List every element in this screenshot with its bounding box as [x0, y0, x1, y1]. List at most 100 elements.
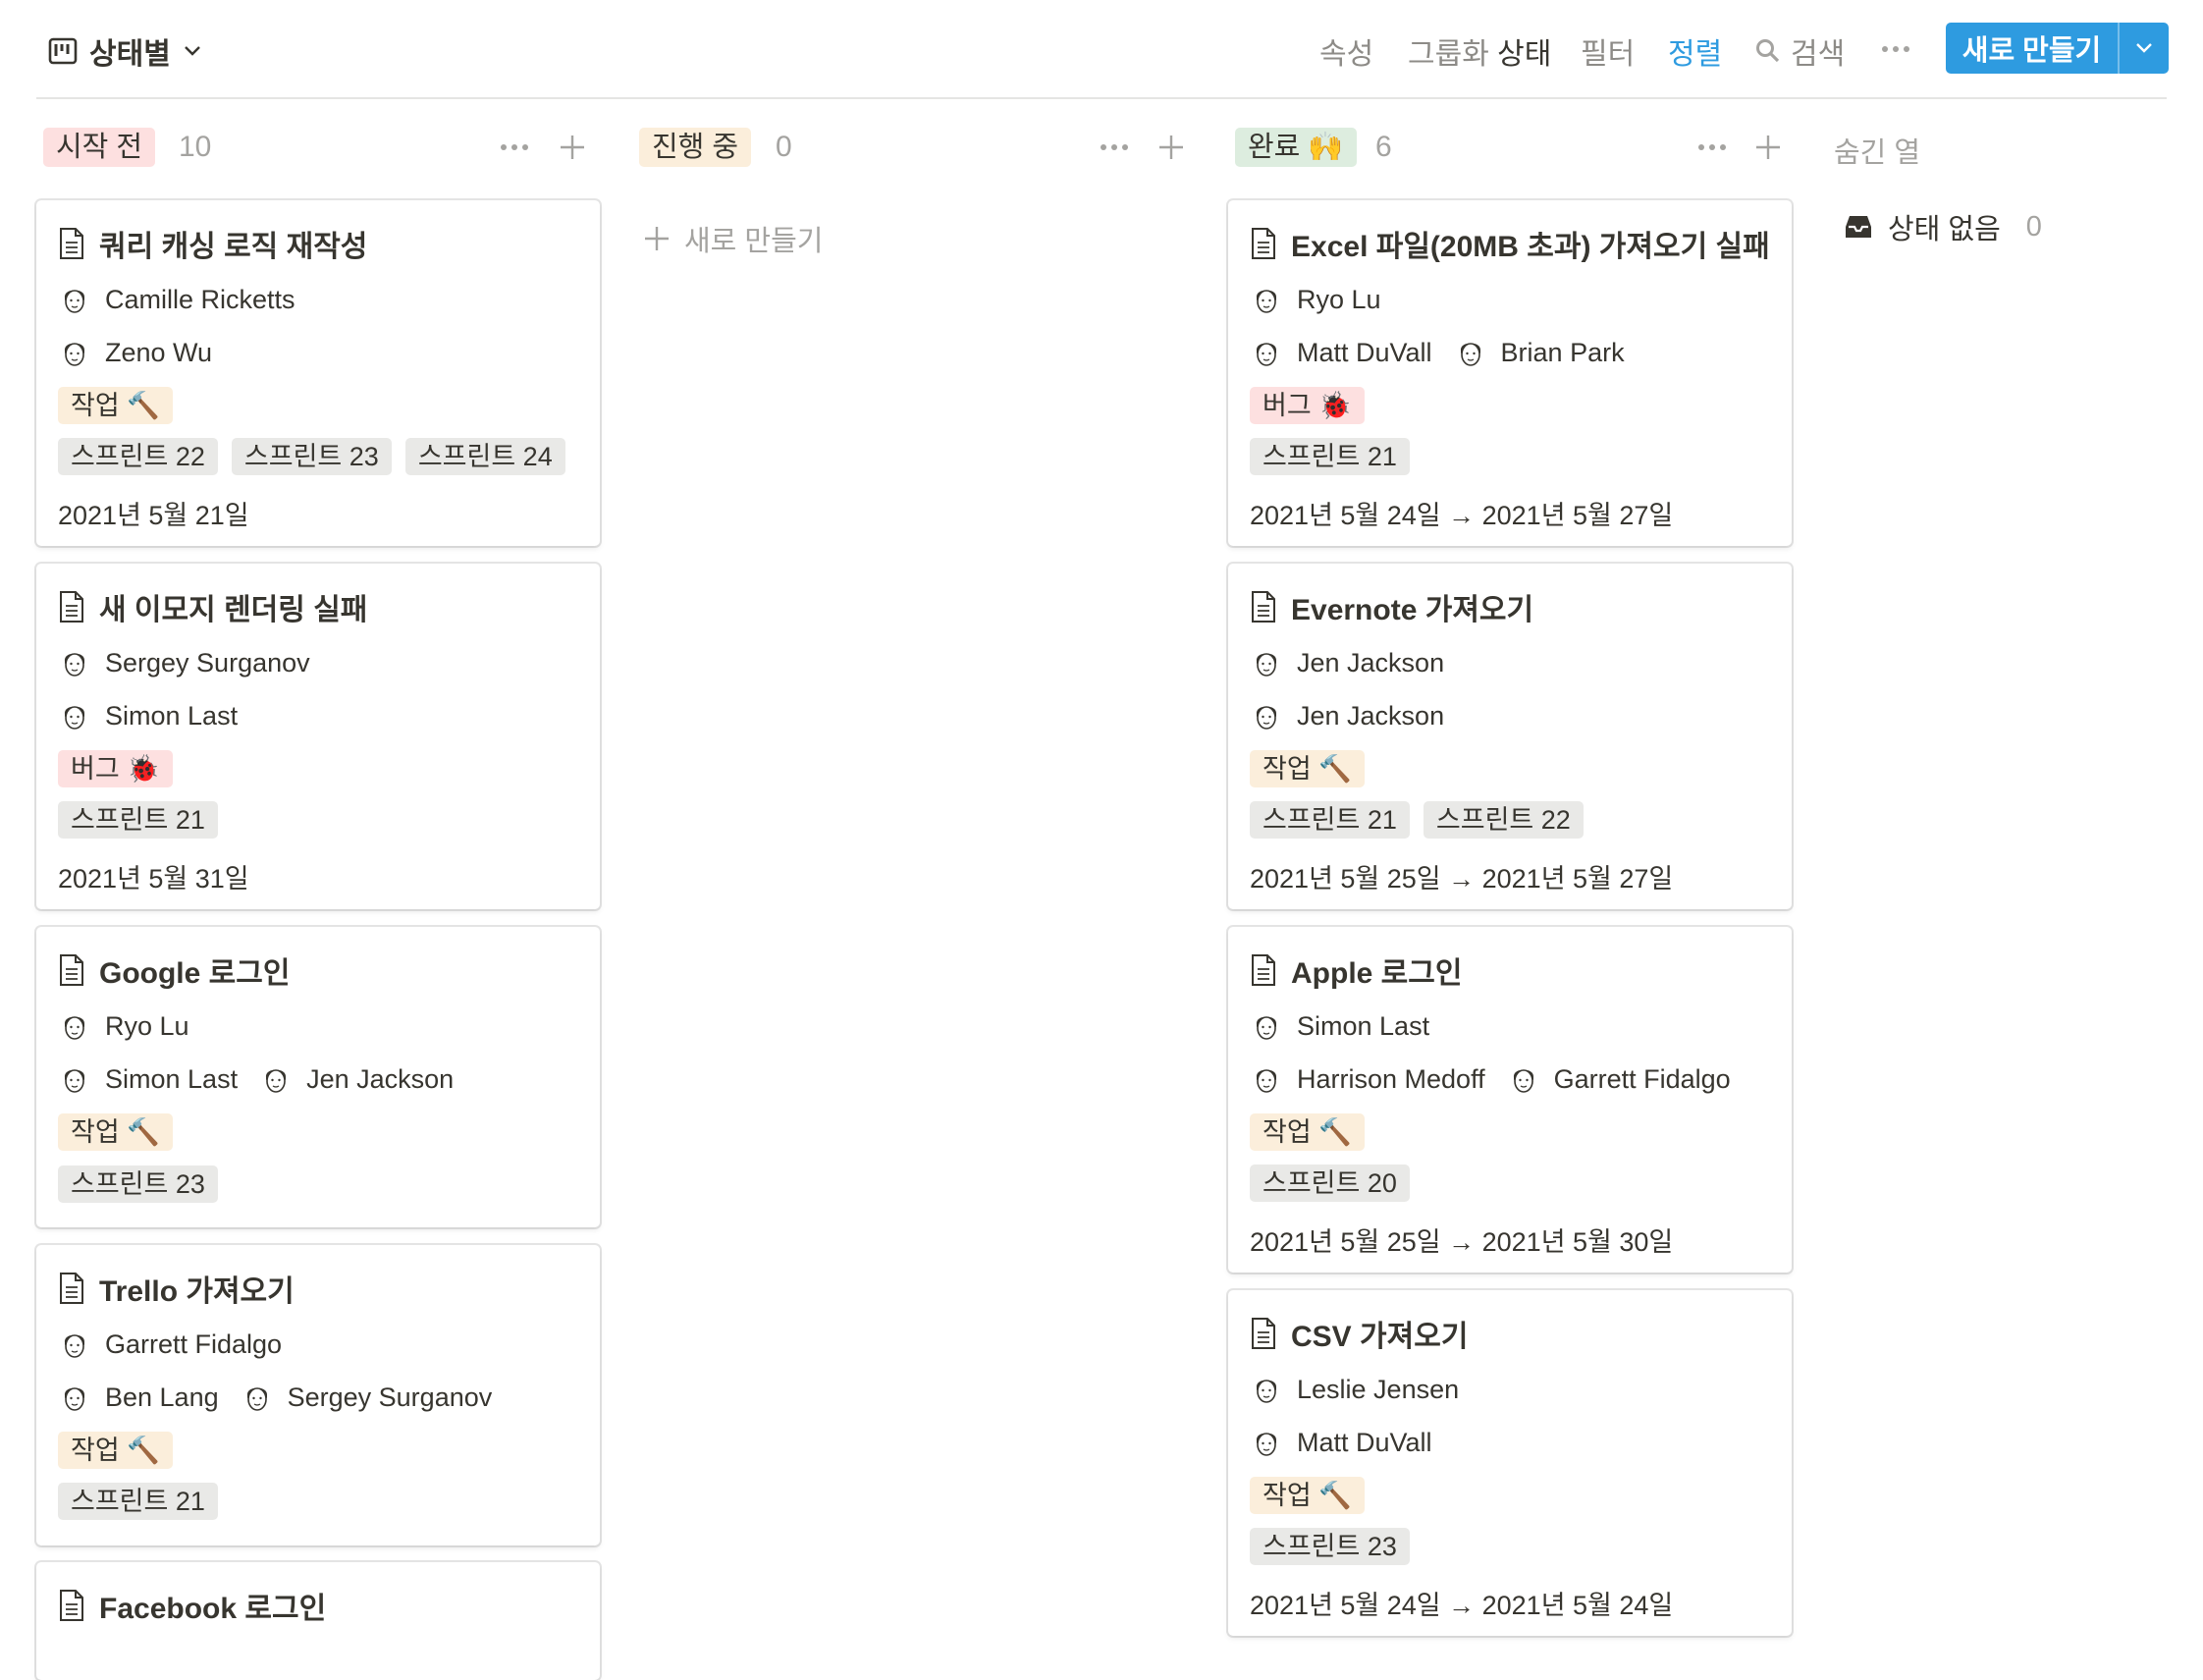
column-more-icon[interactable] [497, 128, 532, 167]
page-icon [1250, 953, 1277, 987]
assignee: Simon Last [1250, 1009, 1429, 1043]
page-icon [58, 1272, 85, 1305]
avatar-icon [1250, 1009, 1283, 1043]
board-card[interactable]: Evernote 가져오기 Jen Jackson Jen Jackson 작업… [1228, 564, 1792, 909]
group-by-label: 그룹화 [1408, 38, 1489, 71]
avatar-icon [1454, 336, 1487, 369]
no-status-label: 상태 없음 [1888, 214, 2001, 245]
assignee-name: Leslie Jensen [1297, 1374, 1460, 1404]
type-tag: 작업 🔨 [1250, 1477, 1365, 1514]
assignee-name: Jen Jackson [306, 1063, 455, 1094]
card-date: 2021년 5월 24일 → 2021년 5월 27일 [1250, 501, 1674, 530]
avatar-icon [259, 1062, 293, 1096]
board-card[interactable]: Excel 파일(20MB 초과) 가져오기 실패 Ryo Lu Matt Du… [1228, 200, 1792, 546]
column-count: 6 [1375, 131, 1392, 163]
column-header-in-progress: 진행 중 0 [639, 128, 1197, 169]
assignee-name: Sergey Surganov [287, 1382, 493, 1412]
assignee-name: Garrett Fidalgo [1553, 1063, 1731, 1094]
column-more-icon[interactable] [1097, 128, 1132, 167]
board-card[interactable]: Apple 로그인 Simon Last Harrison Medoff Gar… [1228, 927, 1792, 1273]
page-icon [1250, 227, 1277, 260]
sprint-tag: 스프린트 21 [1250, 801, 1410, 839]
page-icon [58, 227, 85, 260]
page-icon [58, 953, 85, 987]
type-tag: 버그 🐞 [1250, 387, 1365, 424]
avatar-icon [58, 699, 91, 732]
page-icon [1250, 590, 1277, 623]
avatar-icon [58, 1062, 91, 1096]
more-icon[interactable] [1878, 43, 1913, 55]
avatar-icon [58, 283, 91, 316]
properties-button[interactable]: 속성 [1319, 29, 1373, 73]
sprint-tag: 스프린트 24 [404, 438, 565, 475]
board-card[interactable]: Trello 가져오기 Garrett Fidalgo Ben Lang Ser… [36, 1245, 600, 1545]
search-button[interactable]: 검색 [1755, 29, 1845, 73]
assignee-name: Jen Jackson [1297, 700, 1445, 731]
assignee: Ryo Lu [1250, 283, 1381, 316]
sprint-tag: 스프린트 23 [1250, 1528, 1410, 1565]
sprint-tag: 스프린트 23 [58, 1165, 218, 1203]
sprint-tag: 스프린트 20 [1250, 1165, 1410, 1202]
assignee: Camille Ricketts [58, 283, 296, 316]
status-tag[interactable]: 시작 전 [43, 128, 156, 167]
sort-button[interactable]: 정렬 [1668, 29, 1722, 73]
assignee: Sergey Surganov [58, 646, 310, 679]
view-switcher[interactable]: 상태별 [48, 29, 202, 73]
assignee: Matt DuVall [1250, 336, 1432, 369]
column-more-icon[interactable] [1694, 128, 1730, 167]
hidden-column-no-status[interactable]: 상태 없음 0 [1843, 206, 2042, 247]
type-tag: 작업 🔨 [1250, 1113, 1365, 1151]
sprint-tag: 스프린트 23 [231, 438, 392, 475]
new-button-label[interactable]: 새로 만들기 [1946, 23, 2118, 74]
card-title: Trello 가져오기 [99, 1275, 295, 1308]
assignee: Zeno Wu [58, 336, 212, 369]
card-date: 2021년 5월 31일 [58, 864, 249, 894]
assignee: Matt DuVall [1250, 1426, 1432, 1459]
board-card[interactable]: 새 이모지 렌더링 실패 Sergey Surganov Simon Last … [36, 564, 600, 909]
type-tag: 작업 🔨 [58, 1432, 173, 1469]
board-card[interactable]: CSV 가져오기 Leslie Jensen Matt DuVall 작업 🔨 … [1228, 1290, 1792, 1636]
column-add-icon[interactable] [1154, 128, 1189, 167]
card-title: CSV 가져오기 [1291, 1321, 1469, 1353]
toolbar: 상태별 속성 그룹화 상태 필터 정렬 검색 새로 만들기 [36, 0, 2169, 99]
card-title: 쿼리 캐싱 로직 재작성 [99, 231, 368, 263]
assignee-name: Jen Jackson [1297, 647, 1445, 677]
search-icon [1756, 39, 1780, 63]
group-by-button[interactable]: 그룹화 상태 [1408, 29, 1551, 73]
view-name: 상태별 [89, 38, 171, 71]
column-count: 10 [179, 131, 212, 163]
status-tag[interactable]: 완료 🙌 [1235, 128, 1357, 167]
card-title: Evernote 가져오기 [1291, 594, 1534, 626]
new-button[interactable]: 새로 만들기 [1946, 23, 2169, 74]
page-icon [1250, 1317, 1277, 1350]
assignee-name: Sergey Surganov [105, 647, 310, 677]
assignee: Leslie Jensen [1250, 1373, 1459, 1406]
filter-button[interactable]: 필터 [1581, 29, 1635, 73]
assignee-name: Ryo Lu [105, 1010, 189, 1041]
assignee: Garrett Fidalgo [1507, 1062, 1731, 1096]
avatar-icon [1250, 646, 1283, 679]
assignee: Ben Lang [58, 1381, 219, 1414]
new-button-dropdown[interactable] [2118, 23, 2169, 74]
avatar-icon [58, 1009, 91, 1043]
column-add-icon[interactable] [555, 128, 590, 167]
page-icon [58, 590, 85, 623]
assignee: Sergey Surganov [241, 1381, 493, 1414]
assignee: Jen Jackson [1250, 646, 1444, 679]
card-date: 2021년 5월 21일 [58, 501, 249, 530]
sprint-tag: 스프린트 22 [1423, 801, 1584, 839]
card-title: Excel 파일(20MB 초과) 가져오기 실패 [1291, 231, 1770, 263]
avatar-icon [1250, 1426, 1283, 1459]
new-card-button[interactable]: 새로 만들기 [643, 218, 823, 259]
assignee-name: Garrett Fidalgo [105, 1328, 283, 1359]
board-card[interactable]: 쿼리 캐싱 로직 재작성 Camille Ricketts Zeno Wu 작업… [36, 200, 600, 546]
card-title: 새 이모지 렌더링 실패 [99, 594, 368, 626]
board-view-icon [48, 37, 78, 65]
hidden-columns-title: 숨긴 열 [1834, 137, 1921, 169]
assignee-name: Simon Last [105, 700, 239, 731]
column-add-icon[interactable] [1750, 128, 1786, 167]
status-tag[interactable]: 진행 중 [639, 128, 752, 167]
avatar-icon [58, 336, 91, 369]
board-card[interactable]: Facebook 로그인 [36, 1562, 600, 1680]
board-card[interactable]: Google 로그인 Ryo Lu Simon Last Jen Jackson… [36, 927, 600, 1227]
